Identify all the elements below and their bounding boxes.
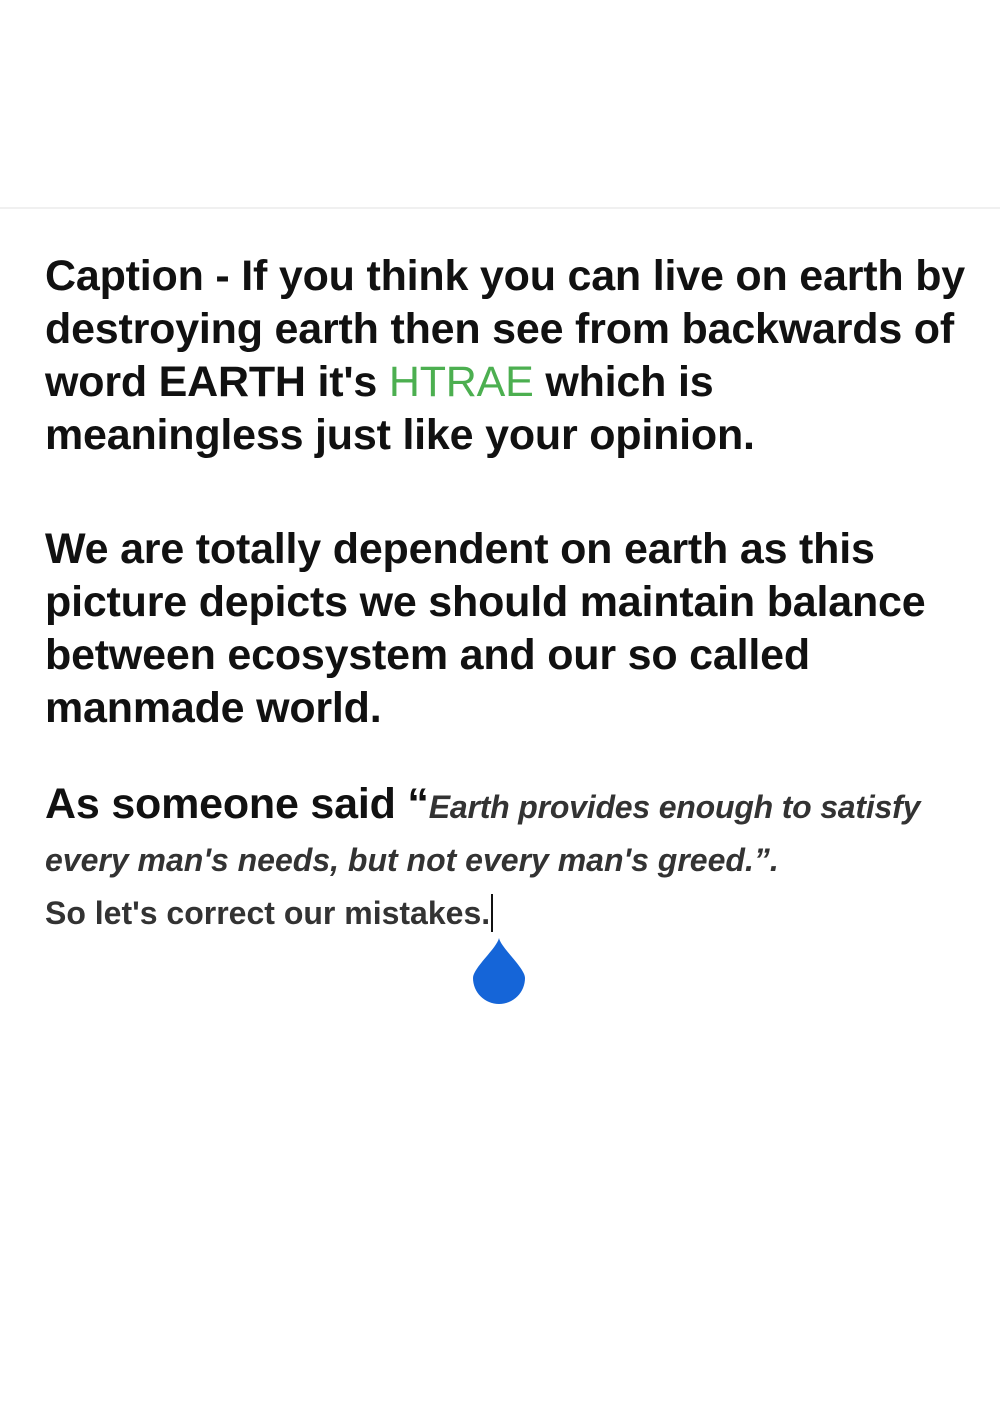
top-blank-area bbox=[0, 0, 1000, 207]
quote-line: As someone said “Earth provides enough t… bbox=[45, 778, 975, 834]
highlighted-word: HTRAE bbox=[388, 358, 534, 406]
quote-text-part2: every man's needs, but not every man's g… bbox=[45, 842, 779, 878]
text-cursor bbox=[491, 894, 494, 932]
quote-intro: As someone said “ bbox=[45, 780, 429, 828]
text-editor[interactable]: Caption - If you think you can live on e… bbox=[45, 250, 975, 940]
dependence-paragraph: We are totally dependent on earth as thi… bbox=[45, 525, 926, 732]
quote-text-part1: Earth provides enough to satisfy bbox=[428, 789, 921, 825]
header-divider bbox=[0, 207, 1000, 209]
closing-line: So let's correct our mistakes. bbox=[45, 887, 494, 940]
closing-text: So let's correct our mistakes. bbox=[45, 895, 491, 931]
text-cursor-handle-icon[interactable] bbox=[471, 938, 527, 1006]
caption-paragraph: Caption - If you think you can live on e… bbox=[45, 250, 975, 462]
